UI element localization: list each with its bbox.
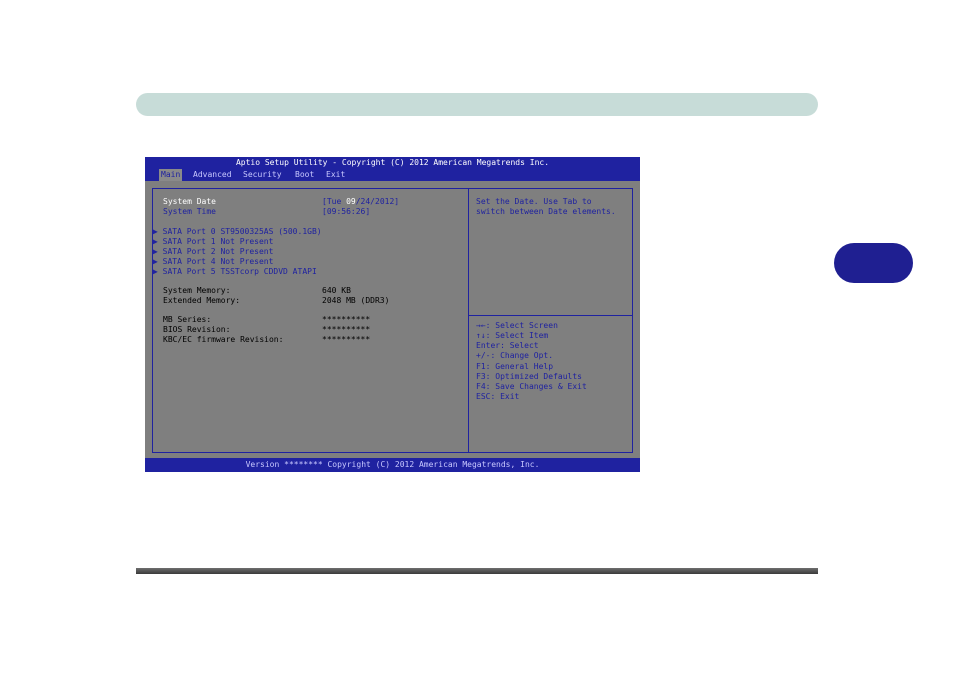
sata-port-2-label: SATA Port 2 Not Present: [162, 247, 274, 256]
sata-port-4-item[interactable]: ▶ SATA Port 4 Not Present: [153, 257, 273, 267]
bios-title: Aptio Setup Utility - Copyright (C) 2012…: [145, 157, 640, 169]
sata-port-0-item[interactable]: ▶ SATA Port 0 ST9500325AS (500.1GB): [153, 227, 322, 237]
panel-divider-horizontal: [468, 315, 632, 316]
chapter-header-bar: [136, 93, 818, 116]
date-rest: /24/2012]: [355, 197, 400, 206]
system-memory-value: 640 KB: [322, 286, 351, 295]
submenu-arrow-icon: ▶: [153, 227, 163, 236]
chapter-tab: [834, 243, 913, 283]
key-hint-esc-exit: ESC: Exit: [476, 392, 520, 401]
menu-exit[interactable]: Exit: [326, 169, 345, 181]
page-bottom-rule: [136, 568, 818, 574]
system-time-field[interactable]: [09:56:26]: [322, 207, 370, 217]
help-text-line-2: switch between Date elements.: [476, 207, 616, 216]
sata-port-4-label: SATA Port 4 Not Present: [162, 257, 274, 266]
submenu-arrow-icon: ▶: [153, 257, 163, 266]
sata-port-5-label: SATA Port 5 TSSTcorp CDDVD ATAPI: [162, 267, 317, 276]
bios-revision-value: **********: [322, 325, 371, 334]
bios-revision-label: BIOS Revision:: [163, 325, 231, 334]
date-month-selected[interactable]: 09: [346, 197, 356, 206]
key-hint-general-help: F1: General Help: [476, 362, 554, 371]
key-hint-select-screen: →←: Select Screen: [476, 321, 558, 330]
key-hint-optimized-defaults: F3: Optimized Defaults: [476, 372, 582, 381]
kbc-ec-revision-label: KBC/EC firmware Revision:: [163, 335, 284, 344]
extended-memory-label: Extended Memory:: [163, 296, 241, 305]
submenu-arrow-icon: ▶: [153, 247, 163, 256]
key-hint-enter: Enter: Select: [476, 341, 539, 350]
help-text-line-1: Set the Date. Use Tab to: [476, 197, 592, 206]
menu-advanced[interactable]: Advanced: [193, 169, 232, 181]
key-hint-change-opt: +/-: Change Opt.: [476, 351, 554, 360]
mb-series-value: **********: [322, 315, 371, 324]
bios-menu-bar: Main Advanced Security Boot Exit: [145, 169, 640, 181]
sata-port-1-item[interactable]: ▶ SATA Port 1 Not Present: [153, 237, 273, 247]
date-open: [Tue: [322, 197, 347, 206]
sata-port-5-item[interactable]: ▶ SATA Port 5 TSSTcorp CDDVD ATAPI: [153, 267, 317, 277]
bios-screen: Aptio Setup Utility - Copyright (C) 2012…: [145, 157, 640, 472]
bios-footer: Version ******** Copyright (C) 2012 Amer…: [145, 458, 640, 472]
menu-security[interactable]: Security: [243, 169, 282, 181]
kbc-ec-revision-value: **********: [322, 335, 371, 344]
sata-port-1-label: SATA Port 1 Not Present: [162, 237, 274, 246]
sata-port-0-label: SATA Port 0 ST9500325AS (500.1GB): [162, 227, 322, 236]
menu-boot[interactable]: Boot: [295, 169, 314, 181]
sata-port-2-item[interactable]: ▶ SATA Port 2 Not Present: [153, 247, 273, 257]
key-hint-select-item: ↑↓: Select Item: [476, 331, 549, 340]
extended-memory-value: 2048 MB (DDR3): [322, 296, 390, 305]
system-time-label: System Time: [163, 207, 216, 216]
menu-main[interactable]: Main: [159, 169, 183, 181]
submenu-arrow-icon: ▶: [153, 267, 163, 276]
system-date-label: System Date: [163, 197, 216, 206]
panel-divider-vertical: [468, 188, 469, 452]
mb-series-label: MB Series:: [163, 315, 212, 324]
system-memory-label: System Memory:: [163, 286, 231, 295]
submenu-arrow-icon: ▶: [153, 237, 163, 246]
system-date-field[interactable]: [Tue 09/24/2012]: [322, 197, 399, 207]
key-hint-save-exit: F4: Save Changes & Exit: [476, 382, 587, 391]
